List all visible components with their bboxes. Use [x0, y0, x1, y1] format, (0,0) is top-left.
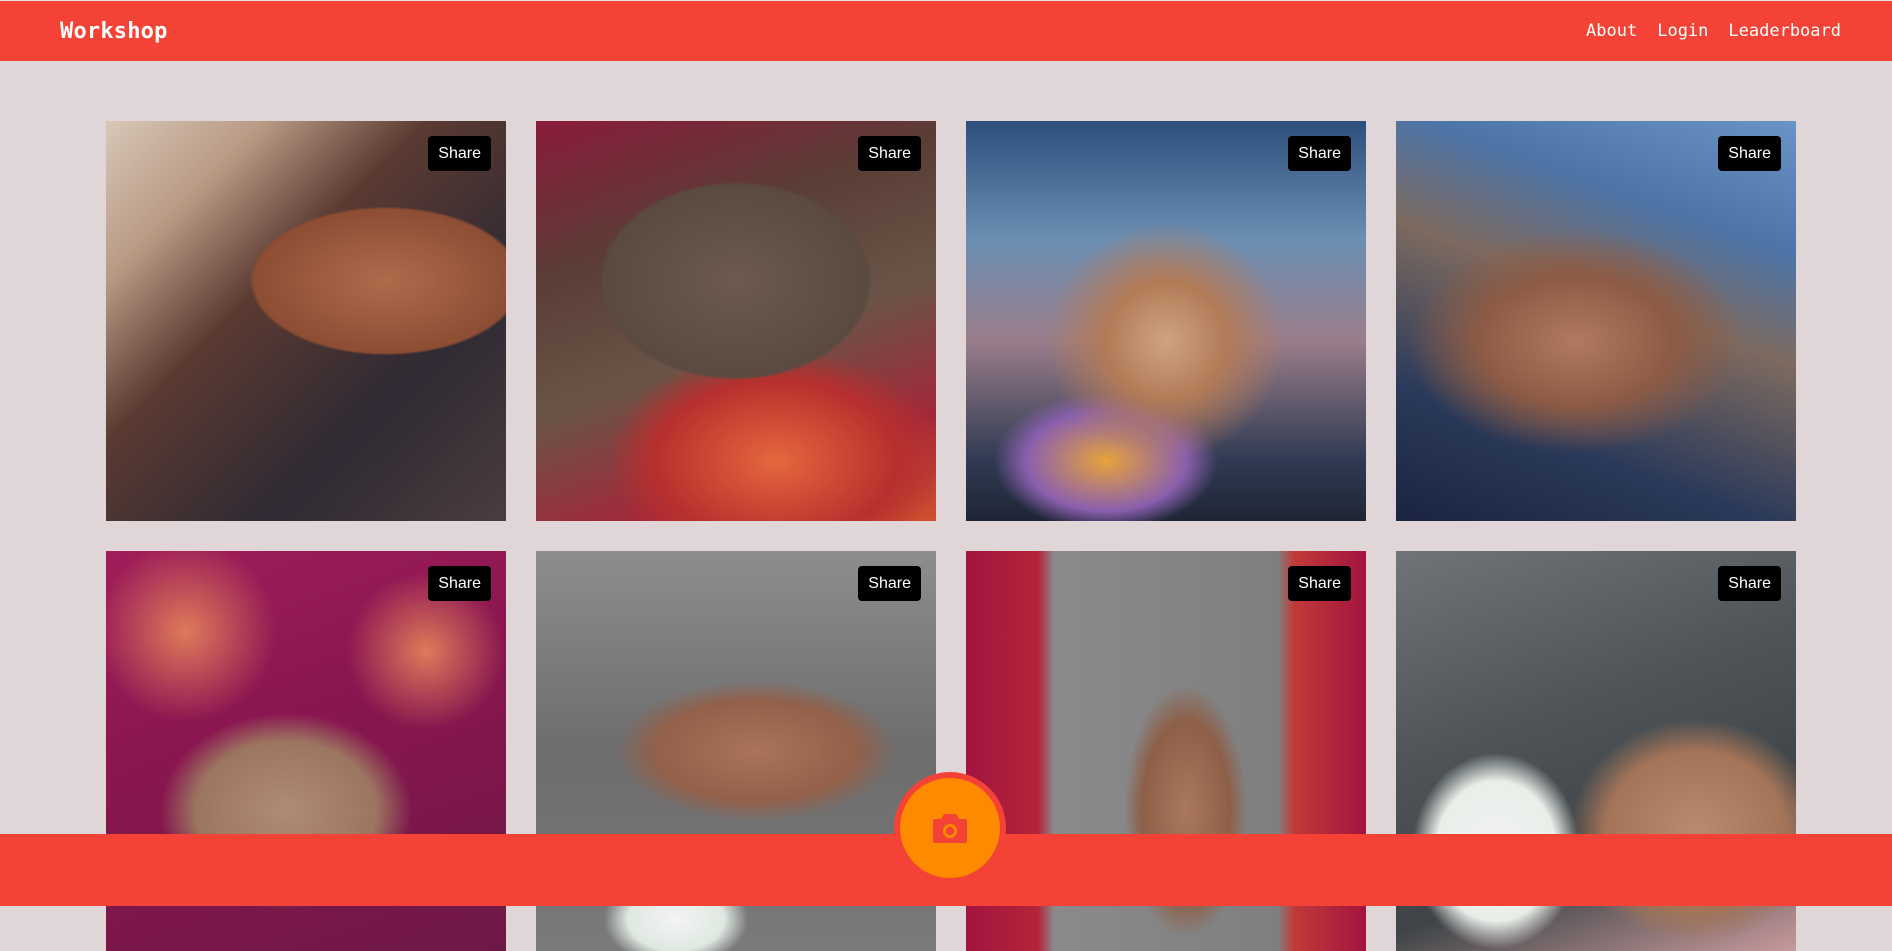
photo-card[interactable]: Share — [966, 121, 1366, 521]
share-button[interactable]: Share — [1288, 566, 1351, 601]
top-navbar: Workshop About Login Leaderboard — [0, 0, 1892, 61]
share-button[interactable]: Share — [1288, 136, 1351, 171]
photo-card[interactable]: Share — [106, 121, 506, 521]
share-button[interactable]: Share — [428, 136, 491, 171]
nav-link-leaderboard[interactable]: Leaderboard — [1728, 21, 1841, 41]
share-button[interactable]: Share — [1718, 136, 1781, 171]
photo-card[interactable]: Share — [536, 121, 936, 521]
photo — [106, 121, 506, 521]
share-button[interactable]: Share — [858, 566, 921, 601]
nav-link-about[interactable]: About — [1586, 21, 1637, 41]
photo — [966, 121, 1366, 521]
nav-link-login[interactable]: Login — [1657, 21, 1708, 41]
brand-title[interactable]: Workshop — [60, 19, 168, 44]
photo — [536, 121, 936, 521]
photo-card[interactable]: Share — [1396, 121, 1796, 521]
camera-button[interactable] — [894, 772, 1006, 884]
share-button[interactable]: Share — [428, 566, 491, 601]
share-button[interactable]: Share — [1718, 566, 1781, 601]
share-button[interactable]: Share — [858, 136, 921, 171]
nav-links: About Login Leaderboard — [1586, 21, 1841, 41]
camera-button-inner — [900, 778, 1000, 878]
camera-icon — [933, 814, 967, 843]
photo — [1396, 121, 1796, 521]
